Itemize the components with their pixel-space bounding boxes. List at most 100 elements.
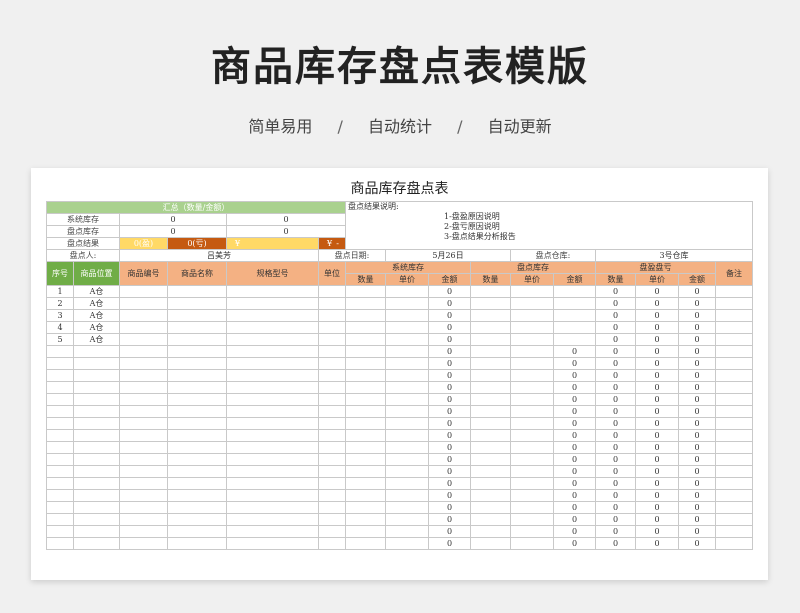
row-unit[interactable] xyxy=(318,453,346,466)
row-diff-qty[interactable]: 0 xyxy=(595,525,636,538)
row-spec[interactable] xyxy=(226,477,319,490)
row-cnt-price[interactable] xyxy=(510,405,554,418)
row-sys-qty[interactable] xyxy=(345,381,386,394)
row-diff-qty[interactable]: 0 xyxy=(595,405,636,418)
row-cnt-qty[interactable] xyxy=(470,285,511,298)
row-sys-qty[interactable] xyxy=(345,489,386,502)
row-code[interactable] xyxy=(119,369,168,382)
row-remark[interactable] xyxy=(715,537,753,550)
row-cnt-qty[interactable] xyxy=(470,453,511,466)
row-diff-price[interactable]: 0 xyxy=(635,357,679,370)
row-sys-amount[interactable]: 0 xyxy=(428,285,471,298)
row-seq[interactable]: 1 xyxy=(46,285,74,298)
date-value[interactable]: 5月26日 xyxy=(385,249,511,262)
row-diff-amount[interactable]: 0 xyxy=(678,393,716,406)
row-sys-amount[interactable]: 0 xyxy=(428,297,471,310)
row-unit[interactable] xyxy=(318,537,346,550)
row-name[interactable] xyxy=(167,429,227,442)
row-diff-price[interactable]: 0 xyxy=(635,285,679,298)
row-diff-price[interactable]: 0 xyxy=(635,537,679,550)
row-cnt-amount[interactable]: 0 xyxy=(553,513,596,526)
row-location[interactable] xyxy=(73,345,120,358)
row-location[interactable] xyxy=(73,429,120,442)
row-cnt-price[interactable] xyxy=(510,537,554,550)
row-remark[interactable] xyxy=(715,357,753,370)
row-unit[interactable] xyxy=(318,477,346,490)
row-code[interactable] xyxy=(119,465,168,478)
row-location[interactable]: A仓 xyxy=(73,333,120,346)
row-sys-amount[interactable]: 0 xyxy=(428,321,471,334)
row-sys-price[interactable] xyxy=(385,453,429,466)
row-diff-qty[interactable]: 0 xyxy=(595,489,636,502)
row-diff-amount[interactable]: 0 xyxy=(678,513,716,526)
row-sys-amount[interactable]: 0 xyxy=(428,357,471,370)
row-sys-qty[interactable] xyxy=(345,369,386,382)
row-unit[interactable] xyxy=(318,381,346,394)
row-cnt-qty[interactable] xyxy=(470,513,511,526)
row-sys-qty[interactable] xyxy=(345,321,386,334)
row-sys-amount[interactable]: 0 xyxy=(428,453,471,466)
row-cnt-price[interactable] xyxy=(510,525,554,538)
row-diff-amount[interactable]: 0 xyxy=(678,285,716,298)
row-sys-qty[interactable] xyxy=(345,417,386,430)
row-code[interactable] xyxy=(119,309,168,322)
row-name[interactable] xyxy=(167,285,227,298)
row-diff-qty[interactable]: 0 xyxy=(595,357,636,370)
row-location[interactable] xyxy=(73,369,120,382)
row-cnt-amount[interactable]: 0 xyxy=(553,477,596,490)
row-cnt-price[interactable] xyxy=(510,345,554,358)
row-cnt-qty[interactable] xyxy=(470,357,511,370)
row-seq[interactable] xyxy=(46,513,74,526)
gain-qty[interactable]: 0(盈) xyxy=(119,237,168,250)
row-cnt-amount[interactable]: 0 xyxy=(553,429,596,442)
row-cnt-price[interactable] xyxy=(510,441,554,454)
row-unit[interactable] xyxy=(318,513,346,526)
row-location[interactable] xyxy=(73,441,120,454)
row-cnt-qty[interactable] xyxy=(470,465,511,478)
row-cnt-price[interactable] xyxy=(510,369,554,382)
row-seq[interactable] xyxy=(46,441,74,454)
row-spec[interactable] xyxy=(226,537,319,550)
row-cnt-qty[interactable] xyxy=(470,393,511,406)
row-location[interactable] xyxy=(73,417,120,430)
row-cnt-qty[interactable] xyxy=(470,441,511,454)
row-sys-price[interactable] xyxy=(385,285,429,298)
row-diff-price[interactable]: 0 xyxy=(635,345,679,358)
row-unit[interactable] xyxy=(318,333,346,346)
row-diff-price[interactable]: 0 xyxy=(635,441,679,454)
row-cnt-amount[interactable]: 0 xyxy=(553,357,596,370)
row-diff-qty[interactable]: 0 xyxy=(595,429,636,442)
row-spec[interactable] xyxy=(226,417,319,430)
row-spec[interactable] xyxy=(226,357,319,370)
row-code[interactable] xyxy=(119,429,168,442)
row-sys-amount[interactable]: 0 xyxy=(428,489,471,502)
row-diff-price[interactable]: 0 xyxy=(635,333,679,346)
row-sys-price[interactable] xyxy=(385,345,429,358)
row-cnt-qty[interactable] xyxy=(470,369,511,382)
warehouse-value[interactable]: 3号仓库 xyxy=(595,249,753,262)
row-code[interactable] xyxy=(119,357,168,370)
row-location[interactable] xyxy=(73,525,120,538)
row-sys-qty[interactable] xyxy=(345,441,386,454)
row-sys-amount[interactable]: 0 xyxy=(428,333,471,346)
row-seq[interactable] xyxy=(46,357,74,370)
row-seq[interactable] xyxy=(46,417,74,430)
row-location[interactable] xyxy=(73,381,120,394)
row-unit[interactable] xyxy=(318,429,346,442)
row-remark[interactable] xyxy=(715,513,753,526)
row-sys-qty[interactable] xyxy=(345,393,386,406)
row-diff-amount[interactable]: 0 xyxy=(678,321,716,334)
row-unit[interactable] xyxy=(318,465,346,478)
row-cnt-amount[interactable]: 0 xyxy=(553,489,596,502)
row-name[interactable] xyxy=(167,345,227,358)
row-sys-price[interactable] xyxy=(385,309,429,322)
row-cnt-qty[interactable] xyxy=(470,381,511,394)
row-diff-price[interactable]: 0 xyxy=(635,405,679,418)
loss-qty[interactable]: 0(亏) xyxy=(167,237,227,250)
row-unit[interactable] xyxy=(318,297,346,310)
row-diff-amount[interactable]: 0 xyxy=(678,465,716,478)
row-diff-qty[interactable]: 0 xyxy=(595,453,636,466)
row-spec[interactable] xyxy=(226,297,319,310)
row-cnt-price[interactable] xyxy=(510,381,554,394)
row-unit[interactable] xyxy=(318,285,346,298)
